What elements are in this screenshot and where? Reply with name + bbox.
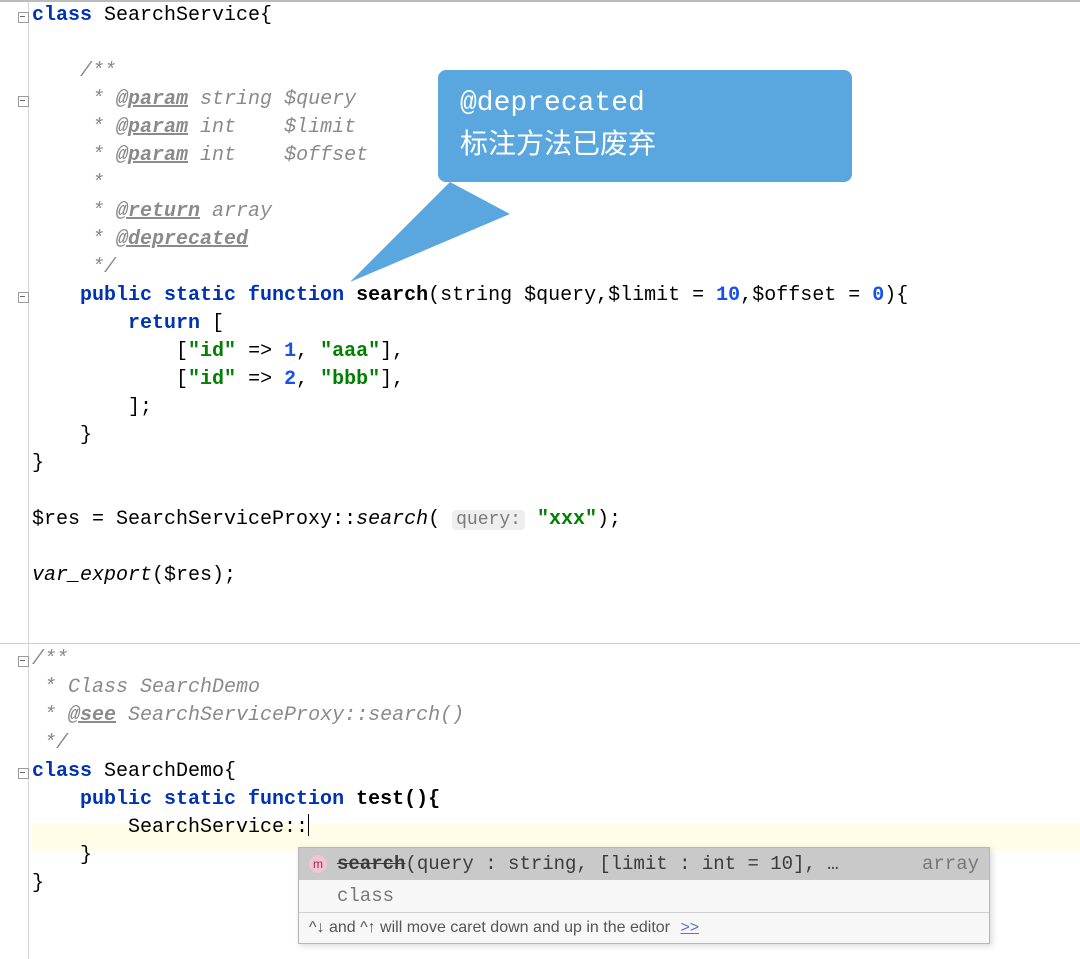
- doc-line: *: [80, 172, 104, 195]
- brace: }: [80, 844, 92, 867]
- doc-type: int $offset: [188, 144, 368, 167]
- doc-line: *: [80, 200, 116, 223]
- doc-tag-return: @return: [116, 200, 200, 223]
- doc-open: /**: [32, 648, 68, 671]
- paren: (: [428, 508, 452, 531]
- fold-marker[interactable]: [18, 12, 29, 23]
- string: "aaa": [320, 340, 380, 363]
- keyword-return: return: [128, 312, 200, 335]
- bracket: ];: [128, 396, 152, 419]
- arrow: =>: [236, 368, 284, 391]
- sig: =: [680, 284, 716, 307]
- text: SearchService::: [128, 816, 308, 839]
- text: SearchService{: [92, 4, 272, 27]
- doc-tag-param: @param: [116, 144, 188, 167]
- callout-line2: 标注方法已废弃: [460, 124, 830, 164]
- text: SearchDemo{: [92, 760, 236, 783]
- keyword-static: static: [152, 284, 236, 307]
- method-call: search: [356, 508, 428, 531]
- fold-marker[interactable]: [18, 656, 29, 667]
- keyword-public: public: [80, 788, 152, 811]
- builtin-call: var_export: [32, 564, 152, 587]
- sig: =: [836, 284, 872, 307]
- keyword-function: function: [236, 284, 344, 307]
- fold-marker[interactable]: [18, 768, 29, 779]
- completion-item-class[interactable]: c class: [299, 880, 989, 912]
- doc-tag-see: @see: [68, 704, 116, 727]
- string: "bbb": [320, 368, 380, 391]
- string: "id": [188, 368, 236, 391]
- sig-var: $offset: [752, 284, 836, 307]
- completion-label: search(query : string, [limit : int = 10…: [337, 853, 908, 875]
- op: ::: [332, 508, 356, 531]
- keyword-public: public: [80, 284, 152, 307]
- bracket: [: [176, 368, 188, 391]
- brace: }: [32, 872, 44, 895]
- number: 10: [716, 284, 740, 307]
- sep: ,: [296, 340, 320, 363]
- doc-close: */: [80, 256, 116, 279]
- doc-see-target: SearchServiceProxy::search(): [116, 704, 464, 727]
- doc-line: *: [80, 228, 116, 251]
- brace: }: [32, 452, 44, 475]
- completion-return-type: array: [908, 853, 979, 875]
- brace: }: [80, 424, 92, 447]
- caret-icon: [308, 814, 309, 836]
- sig: ){: [884, 284, 908, 307]
- string: "xxx": [537, 508, 597, 531]
- code-editor[interactable]: class SearchService{ /** * @param string…: [0, 0, 1080, 959]
- bracket: [: [200, 312, 224, 335]
- sp: [525, 508, 537, 531]
- keyword-class: class: [32, 760, 92, 783]
- function-name: test(){: [344, 788, 440, 811]
- completion-hint: ^↓ and ^↑ will move caret down and up in…: [299, 912, 989, 943]
- sep: ,: [296, 368, 320, 391]
- completion-item-search[interactable]: m search(query : string, [limit : int = …: [299, 848, 989, 880]
- doc-open: /**: [80, 60, 116, 83]
- keyword-static: static: [152, 788, 236, 811]
- text: ($res);: [152, 564, 236, 587]
- string: "id": [188, 340, 236, 363]
- doc-type: array: [200, 200, 272, 223]
- doc-line: *: [80, 144, 116, 167]
- bracket: ],: [380, 368, 404, 391]
- doc-tag-param: @param: [116, 116, 188, 139]
- sig-var: $limit: [608, 284, 680, 307]
- doc-tag-deprecated: @deprecated: [116, 228, 248, 251]
- completion-popup[interactable]: m search(query : string, [limit : int = …: [298, 847, 990, 944]
- keyword-function: function: [236, 788, 344, 811]
- bracket: [: [176, 340, 188, 363]
- bracket: ],: [380, 340, 404, 363]
- sig: ,: [740, 284, 752, 307]
- sig: ,: [596, 284, 608, 307]
- annotation-callout: @deprecated 标注方法已废弃: [438, 70, 852, 182]
- doc-type: int $limit: [188, 116, 356, 139]
- number: 2: [284, 368, 296, 391]
- sig-var: $query: [524, 284, 596, 307]
- doc-line: *: [32, 704, 68, 727]
- hint-link[interactable]: >>: [680, 919, 699, 936]
- paren: );: [597, 508, 621, 531]
- doc-tag-param: @param: [116, 88, 188, 111]
- hint-text: ^↓ and ^↑ will move caret down and up in…: [309, 919, 670, 936]
- fold-marker[interactable]: [18, 292, 29, 303]
- number: 1: [284, 340, 296, 363]
- gutter: [0, 2, 29, 959]
- param-hint: query:: [452, 510, 525, 530]
- doc-line: *: [80, 116, 116, 139]
- method-icon: m: [309, 855, 327, 873]
- callout-line1: @deprecated: [460, 84, 830, 124]
- completion-label: class: [337, 885, 979, 907]
- doc-line: * Class SearchDemo: [32, 676, 260, 699]
- doc-line: *: [80, 88, 116, 111]
- text: $res = SearchServiceProxy: [32, 508, 332, 531]
- fold-marker[interactable]: [18, 96, 29, 107]
- doc-type: string $query: [188, 88, 356, 111]
- doc-close: */: [32, 732, 68, 755]
- keyword-class: class: [32, 4, 92, 27]
- arrow: =>: [236, 340, 284, 363]
- number: 0: [872, 284, 884, 307]
